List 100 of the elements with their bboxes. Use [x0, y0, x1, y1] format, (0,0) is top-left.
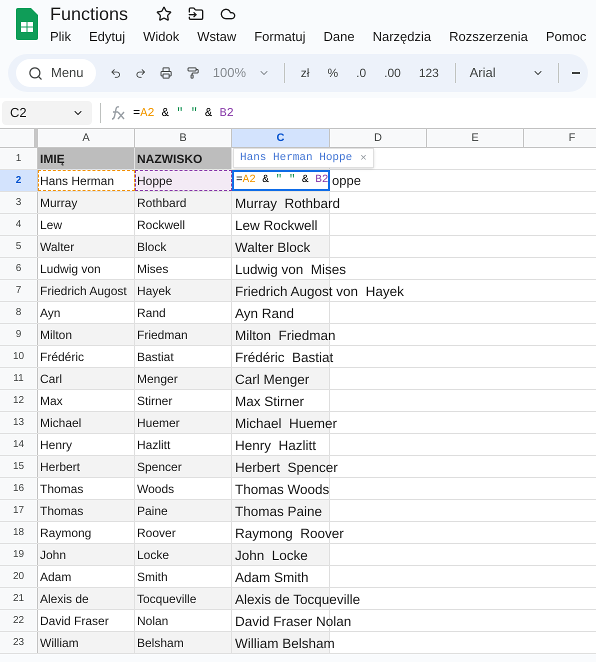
row-number[interactable]: 6 [0, 258, 38, 279]
table-cell-text: Michael Huemer [235, 415, 338, 433]
menu-search-field[interactable]: Menu [16, 59, 96, 87]
cell-editor[interactable]: =A2 & " " & B2 [232, 170, 330, 191]
row-number[interactable]: 21 [0, 588, 38, 609]
format-button[interactable]: zł [298, 64, 312, 82]
table-cell: Alexis de [38, 588, 135, 609]
table-cell: Block [135, 236, 232, 257]
menu-item[interactable]: Edytuj [88, 27, 126, 46]
table-cell: Hoppe [135, 170, 232, 191]
row-number[interactable]: 18 [0, 522, 38, 543]
table-cell: Frédéric [38, 346, 135, 367]
row-number[interactable]: 10 [0, 346, 38, 367]
table-cell-text: Ludwig von Mises [235, 261, 346, 279]
search-icon [28, 66, 43, 80]
table-cell: Nolan [135, 610, 232, 631]
table-cell: Carl [38, 368, 135, 389]
table-cell: Rockwell [135, 214, 232, 235]
print-icon[interactable] [160, 65, 173, 81]
table-cell: Ayn [38, 302, 135, 323]
table-cell: Smith [135, 566, 232, 587]
row-number[interactable]: 8 [0, 302, 38, 323]
row-number[interactable]: 20 [0, 566, 38, 587]
row-number[interactable]: 13 [0, 412, 38, 433]
table-cell-text: Thomas Paine [235, 503, 322, 521]
menu-item[interactable]: Plik [50, 27, 71, 46]
font-dropdown[interactable]: Arial [470, 63, 544, 83]
row-number[interactable]: 3 [0, 192, 38, 213]
column-header[interactable]: A [38, 129, 135, 147]
format-button[interactable]: .00 [382, 64, 403, 82]
row-number[interactable]: 12 [0, 390, 38, 411]
row-number[interactable]: 15 [0, 456, 38, 477]
row-number[interactable]: 11 [0, 368, 38, 389]
table-cell-text: Ayn Rand [235, 305, 294, 323]
formula-field[interactable]: =A2 & " " & B2 [133, 104, 234, 122]
table-cell: David Fraser [38, 610, 135, 631]
column-header[interactable]: E [427, 129, 524, 147]
paint-format-icon[interactable] [186, 65, 199, 81]
table-cell: Menger [135, 368, 232, 389]
row-number[interactable]: 22 [0, 610, 38, 631]
row-number[interactable]: 5 [0, 236, 38, 257]
row-number[interactable]: 7 [0, 280, 38, 301]
table-cell-text: William Belsham [235, 635, 335, 653]
column-header[interactable]: D [330, 129, 427, 147]
table-cell: Ludwig von [38, 258, 135, 279]
menu-item[interactable]: Wstaw [197, 27, 236, 46]
cloud-icon[interactable] [220, 6, 236, 22]
column-header[interactable]: F [524, 129, 596, 147]
table-cell: NAZWISKO [135, 148, 232, 169]
table-cell-text: Herbert Spencer [235, 459, 338, 477]
column-header[interactable]: C [232, 129, 330, 147]
star-icon[interactable] [156, 6, 172, 22]
table-cell: Adam [38, 566, 135, 587]
row-number[interactable]: 17 [0, 500, 38, 521]
menu-item[interactable]: Widok [143, 27, 180, 46]
spreadsheet-logo-icon[interactable] [16, 8, 38, 40]
table-cell: Friedrich Augost [38, 280, 135, 301]
table-cell-text: Adam Smith [235, 569, 309, 587]
table-cell: Hazlitt [135, 434, 232, 455]
table-cell: Mises [135, 258, 232, 279]
row-number[interactable]: 4 [0, 214, 38, 235]
table-cell: Bastiat [135, 346, 232, 367]
format-button[interactable]: % [325, 64, 340, 82]
table-cell-text: Friedrich Augost von Hayek [235, 283, 404, 301]
row-number[interactable]: 19 [0, 544, 38, 565]
table-cell-text: Milton Friedman [235, 327, 336, 345]
row-number[interactable]: 23 [0, 632, 38, 653]
table-cell: Lew [38, 214, 135, 235]
document-title[interactable]: Functions [50, 4, 128, 24]
row-number[interactable]: 2 [0, 170, 38, 191]
table-cell: Roover [135, 522, 232, 543]
table-cell: Herbert [38, 456, 135, 477]
menu-item[interactable]: Formatuj [254, 27, 306, 46]
format-button[interactable]: .0 [354, 64, 368, 82]
menu-item[interactable]: Pomoc [546, 27, 586, 46]
cell-reference-field[interactable]: C2 [2, 101, 92, 125]
table-cell: Thomas [38, 500, 135, 521]
menu-item[interactable]: Dane [324, 27, 355, 46]
row-number[interactable]: 14 [0, 434, 38, 455]
table-cell-text: Alexis de Tocqueville [235, 591, 360, 609]
row-number[interactable]: 9 [0, 324, 38, 345]
table-cell: Murray [38, 192, 135, 213]
table-cell: Milton [38, 324, 135, 345]
table-cell-text: Murray Rothbard [235, 195, 340, 213]
table-cell: Locke [135, 544, 232, 565]
table-cell: Hans Herman [38, 170, 135, 191]
menu-item[interactable]: Rozszerzenia [449, 27, 528, 46]
table-cell-text: Carl Menger [235, 371, 310, 389]
table-cell-text: Max Stirner [235, 393, 304, 411]
table-cell: Henry [38, 434, 135, 455]
menu-item[interactable]: Narzędzia [372, 27, 432, 46]
table-cell: Friedman [135, 324, 232, 345]
table-cell: Tocqueville [135, 588, 232, 609]
table-cell: IMIĘ [38, 148, 135, 169]
row-number[interactable]: 16 [0, 478, 38, 499]
table-cell: John [38, 544, 135, 565]
table-cell: Woods [135, 478, 232, 499]
row-number[interactable]: 1 [0, 148, 38, 169]
format-button[interactable]: 123 [416, 64, 441, 82]
folder-icon[interactable] [188, 6, 204, 22]
